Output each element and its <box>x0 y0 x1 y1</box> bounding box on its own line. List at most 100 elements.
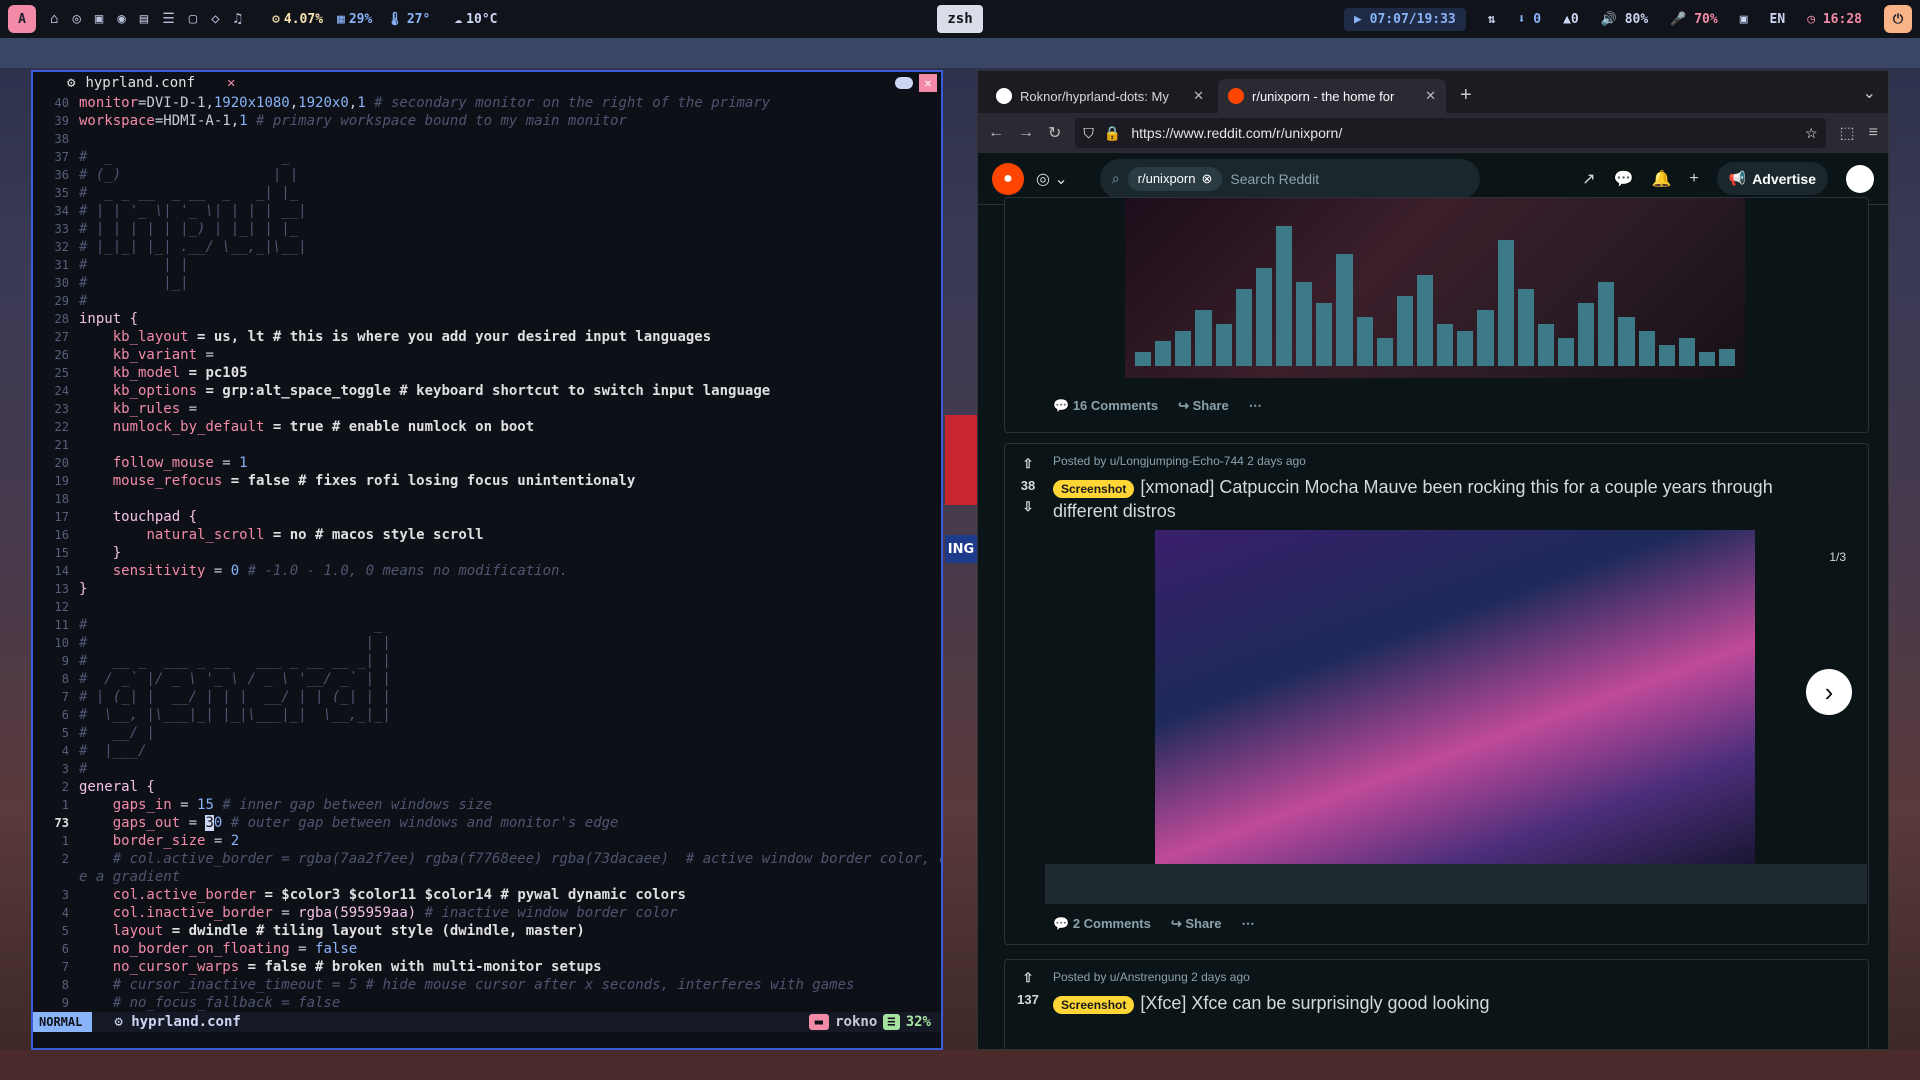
share-button[interactable]: ↪ Share <box>1178 398 1229 414</box>
line-text[interactable] <box>79 490 941 508</box>
code-line[interactable]: 23 kb_rules = <box>33 400 941 418</box>
code-line[interactable]: 4 col.inactive_border = rgba(595959aa) #… <box>33 904 941 922</box>
code-line[interactable]: 28 input { <box>33 310 941 328</box>
comments-button[interactable]: 💬 16 Comments <box>1053 398 1158 414</box>
code-line[interactable]: 9 # __ _ ___ _ __ ___ _ __ __ _| | <box>33 652 941 670</box>
line-text[interactable]: # \__, |\___|_| |_|\___|_| \__,_|_| <box>79 706 941 724</box>
line-text[interactable]: sensitivity = 0 # -1.0 - 1.0, 0 means no… <box>79 562 941 580</box>
community-icon[interactable]: ◎ ⌄ <box>1036 169 1068 189</box>
workspace-icon-9[interactable]: ♫ <box>234 11 242 27</box>
code-buffer[interactable]: 40 monitor=DVI-D-1,1920x1080,1920x0,1 # s… <box>33 94 941 1012</box>
subreddit-chip[interactable]: r/unixporn ⊗ <box>1127 166 1223 191</box>
plus-icon[interactable]: + <box>1689 170 1698 188</box>
code-line[interactable]: 19 mouse_refocus = false # fixes rofi lo… <box>33 472 941 490</box>
extensions-icon[interactable]: ⬚ <box>1840 123 1855 143</box>
chat-icon[interactable]: 💬 <box>1614 169 1634 189</box>
close-tab-icon[interactable]: ✕ <box>1193 88 1204 104</box>
browser-tab-reddit[interactable]: r/unixporn - the home for ✕ <box>1218 79 1446 113</box>
post-title[interactable]: Screenshot [Xfce] Xfce can be surprisingl… <box>1053 992 1808 1016</box>
menu-icon[interactable]: ≡ <box>1869 124 1878 142</box>
code-line[interactable]: 7 no_cursor_warps = false # broken with … <box>33 958 941 976</box>
search-box[interactable]: ⌕ r/unixporn ⊗ Search Reddit <box>1099 158 1480 199</box>
post-card[interactable]: ⇧ 137 Posted by u/Anstrengung 2 days ago… <box>1004 959 1869 1049</box>
share-button[interactable]: ↪ Share <box>1171 916 1222 932</box>
code-line[interactable]: 73 gaps_out = 30 # outer gap between win… <box>33 814 941 832</box>
line-text[interactable]: # <box>79 292 941 310</box>
chevron-down-icon[interactable]: ⌄ <box>1863 83 1876 103</box>
reload-icon[interactable]: ↻ <box>1048 123 1061 143</box>
line-text[interactable]: natural_scroll = no # macos style scroll <box>79 526 941 544</box>
line-text[interactable]: # |_|_| |_| .__/ \__,_|\__| <box>79 238 941 256</box>
line-text[interactable]: # __/ | <box>79 724 941 742</box>
firefox-window[interactable]: Roknor/hyprland-dots: My ✕ r/unixporn - … <box>977 70 1889 1050</box>
launcher-icon[interactable]: A <box>8 5 36 33</box>
downvote-icon[interactable]: ⇩ <box>1023 499 1034 515</box>
line-text[interactable]: workspace=HDMI-A-1,1 # primary workspace… <box>79 112 941 130</box>
line-text[interactable]: # col.active_border = rgba(7aa2f7ee) rgb… <box>79 850 941 868</box>
code-line[interactable]: 8 # cursor_inactive_timeout = 5 # hide m… <box>33 976 941 994</box>
browser-tab-github[interactable]: Roknor/hyprland-dots: My ✕ <box>986 79 1214 113</box>
code-line[interactable]: 37 # _ _ <box>33 148 941 166</box>
popular-icon[interactable]: ↗ <box>1582 169 1595 189</box>
code-line[interactable]: 3 # <box>33 760 941 778</box>
line-text[interactable] <box>79 130 941 148</box>
line-text[interactable]: # |_| <box>79 274 941 292</box>
code-line[interactable]: e a gradient <box>33 868 941 886</box>
line-text[interactable]: # | | | | | |_) | |_| | |_ <box>79 220 941 238</box>
mic-stat[interactable]: 🎤 70% <box>1670 12 1718 27</box>
line-text[interactable]: kb_variant = <box>79 346 941 364</box>
workspace-icon-2[interactable]: ◎ <box>72 11 80 27</box>
line-text[interactable]: # | | '_ \| '_ \| | | | __| <box>79 202 941 220</box>
code-line[interactable]: 35 # _ _ __ _ __ _ _| |_ <box>33 184 941 202</box>
workspace-icon-1[interactable]: ⌂ <box>50 11 58 27</box>
media-player[interactable]: ▶ 07:07/19:33 <box>1344 7 1466 31</box>
bookmark-star-icon[interactable]: ☆ <box>1805 125 1818 142</box>
line-text[interactable]: # cursor_inactive_timeout = 5 # hide mou… <box>79 976 941 994</box>
forward-icon[interactable]: → <box>1018 124 1034 142</box>
code-line[interactable]: 4 # |___/ <box>33 742 941 760</box>
line-text[interactable]: kb_options = grp:alt_space_toggle # keyb… <box>79 382 941 400</box>
power-icon[interactable]: ⏻ <box>1884 5 1912 33</box>
code-line[interactable]: 21 <box>33 436 941 454</box>
code-line[interactable]: 40 monitor=DVI-D-1,1920x1080,1920x0,1 # s… <box>33 94 941 112</box>
line-text[interactable]: gaps_in = 15 # inner gap between windows… <box>79 796 941 814</box>
workspace-icon-5[interactable]: ▤ <box>140 11 148 27</box>
code-line[interactable]: 13} <box>33 580 941 598</box>
line-text[interactable]: # _ _ <box>79 148 941 166</box>
line-text[interactable]: # <box>79 760 941 778</box>
code-line[interactable]: 2 # col.active_border = rgba(7aa2f7ee) r… <box>33 850 941 868</box>
line-text[interactable]: e a gradient <box>79 868 941 886</box>
line-text[interactable]: col.active_border = $color3 $color11 $co… <box>79 886 941 904</box>
language-indicator[interactable]: EN <box>1770 12 1786 27</box>
line-text[interactable]: col.inactive_border = rgba(595959aa) # i… <box>79 904 941 922</box>
code-line[interactable]: 20 follow_mouse = 1 <box>33 454 941 472</box>
code-line[interactable]: 29 # <box>33 292 941 310</box>
code-line[interactable]: 33 # | | | | | |_) | |_| | |_ <box>33 220 941 238</box>
line-text[interactable]: kb_rules = <box>79 400 941 418</box>
code-line[interactable]: 26 kb_variant = <box>33 346 941 364</box>
reddit-logo-icon[interactable]: ● <box>992 162 1024 195</box>
line-text[interactable]: # | | <box>79 256 941 274</box>
volume-stat[interactable]: 🔊 80% <box>1601 12 1649 27</box>
line-text[interactable]: kb_model = pc105 <box>79 364 941 382</box>
line-text[interactable]: mouse_refocus = false # fixes rofi losin… <box>79 472 941 490</box>
line-text[interactable]: follow_mouse = 1 <box>79 454 941 472</box>
line-text[interactable]: border_size = 2 <box>79 832 941 850</box>
line-text[interactable] <box>79 598 941 616</box>
code-line[interactable]: 7 # | (_| | __/ | | | __/ | | (_| | | <box>33 688 941 706</box>
code-line[interactable]: 5 layout = dwindle # tiling layout style… <box>33 922 941 940</box>
line-text[interactable]: # __ _ ___ _ __ ___ _ __ __ _| | <box>79 652 941 670</box>
line-text[interactable]: # / _` |/ _ \ '_ \ / _ \ '__/ _` | | <box>79 670 941 688</box>
line-text[interactable]: gaps_out = 30 # outer gap between window… <box>79 814 941 832</box>
code-line[interactable]: 16 natural_scroll = no # macos style scr… <box>33 526 941 544</box>
line-text[interactable]: input { <box>79 310 941 328</box>
shield-icon[interactable]: ⛉ <box>1083 125 1094 142</box>
code-line[interactable]: 22 numlock_by_default = true # enable nu… <box>33 418 941 436</box>
code-line[interactable]: 25 kb_model = pc105 <box>33 364 941 382</box>
line-text[interactable]: kb_layout = us, lt # this is where you a… <box>79 328 941 346</box>
code-line[interactable]: 27 kb_layout = us, lt # this is where yo… <box>33 328 941 346</box>
line-text[interactable]: general { <box>79 778 941 796</box>
post-meta[interactable]: Posted by u/Longjumping-Echo-744 2 days … <box>1053 454 1306 468</box>
code-line[interactable]: 1 border_size = 2 <box>33 832 941 850</box>
nvim-tab-title[interactable]: hyprland.conf <box>85 75 195 91</box>
